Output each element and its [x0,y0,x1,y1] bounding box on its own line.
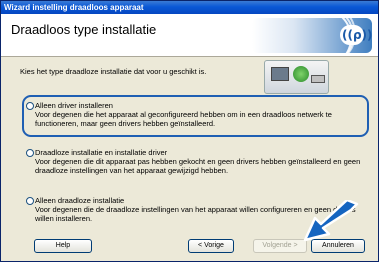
page-title: Draadloos type installatie [11,22,157,37]
radio-driver-only[interactable] [26,102,34,110]
pointer-arrow-icon [303,200,359,242]
instruction-text: Kies het type draadloze installatie dat … [20,67,207,76]
option-driver-only[interactable]: Alleen driver installeren Voor degenen d… [26,101,365,128]
wizard-header: Draadloos type installatie ((ρ)) [1,14,378,57]
radio-wireless-and-driver[interactable] [26,149,34,157]
option-description: Voor degenen die het apparaat al geconfi… [35,110,332,128]
network-illustration-icon [264,60,329,94]
option-title: Draadloze installatie en installatie dri… [35,148,168,157]
wizard-window: Wizard instelling draadloos apparaat Dra… [0,0,379,262]
header-banner-graphic: ((ρ)) [252,18,372,53]
wireless-logo-icon: ((ρ)) [340,25,372,45]
option-wireless-and-driver[interactable]: Draadloze installatie en installatie dri… [26,148,365,175]
window-title: Wizard instelling draadloos apparaat [4,3,144,12]
option-title: Alleen driver installeren [35,101,113,110]
help-button[interactable]: Help [34,239,92,253]
option-description: Voor degenen die dit apparaat pas hebben… [35,157,361,175]
window-titlebar: Wizard instelling draadloos apparaat [1,1,378,14]
radio-wireless-only[interactable] [26,197,34,205]
back-button[interactable]: < Vorige [188,239,234,253]
